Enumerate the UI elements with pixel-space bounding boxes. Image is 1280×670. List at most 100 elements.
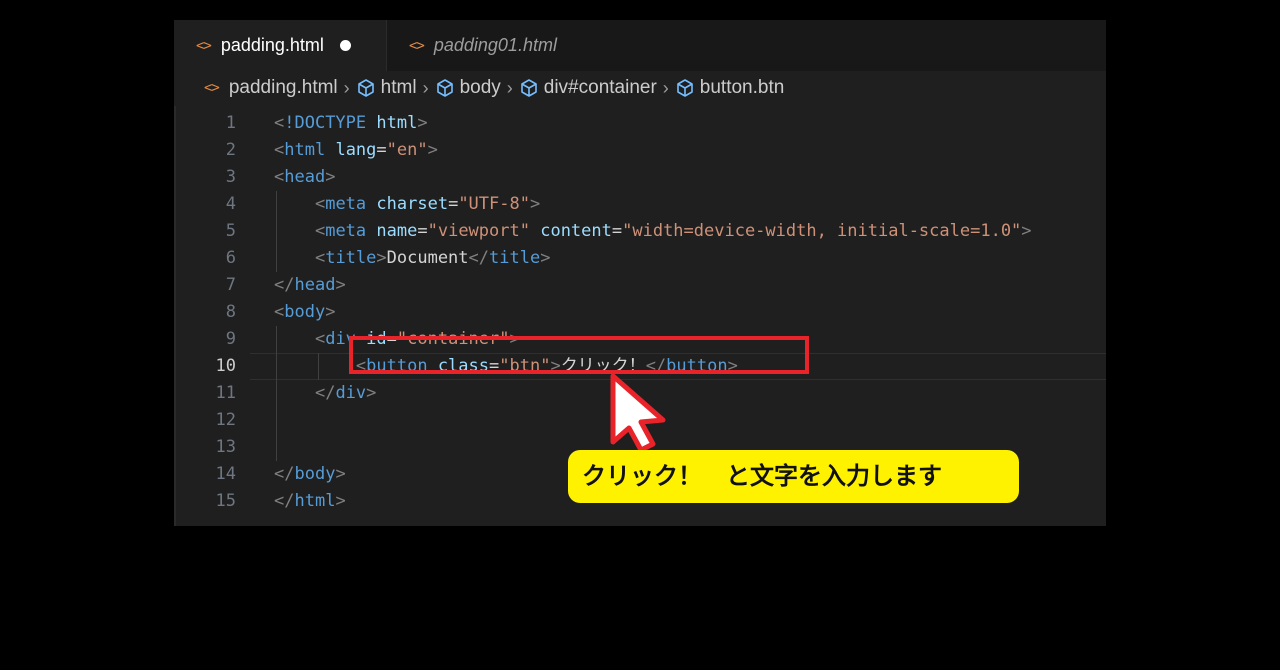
indent-guide	[276, 191, 277, 272]
code-token: body	[294, 464, 336, 484]
instruction-callout: クリック！ と文字を入力します	[568, 450, 1019, 503]
code-token: <	[314, 329, 326, 349]
code-token: >	[529, 194, 541, 214]
breadcrumb-item-html[interactable]: html	[356, 77, 417, 99]
code-token: </	[274, 275, 295, 295]
breadcrumb-item-file[interactable]: <> padding.html	[204, 77, 338, 99]
code-token: name	[376, 221, 418, 241]
line-number: 4	[225, 194, 236, 214]
code-text: </body>	[274, 461, 346, 488]
cube-icon	[357, 79, 374, 97]
code-token: charset	[376, 194, 449, 214]
line-number: 14	[215, 464, 236, 484]
code-line[interactable]: 1 <!DOCTYPE html>	[174, 110, 1106, 137]
code-token: >	[376, 248, 387, 268]
breadcrumb-label: div#container	[543, 77, 657, 98]
code-token: >	[335, 491, 346, 511]
cube-icon	[676, 79, 693, 97]
line-number: 10	[215, 356, 236, 376]
line-number: 7	[225, 275, 236, 295]
breadcrumb-item-div-container[interactable]: div#container	[519, 77, 657, 99]
code-line[interactable]: 8 <body>	[174, 299, 1106, 326]
tab-padding01-html[interactable]: <> padding01.html	[386, 20, 620, 71]
line-number: 15	[215, 491, 236, 511]
code-line[interactable]: 7 </head>	[174, 272, 1106, 299]
code-token: </	[468, 248, 490, 268]
line-number: 1	[225, 113, 236, 133]
code-text: <html lang="en">	[274, 137, 438, 164]
code-token: >	[325, 167, 336, 187]
code-token: =	[417, 221, 428, 241]
cube-icon	[436, 79, 453, 97]
chevron-right-icon: ›	[506, 77, 513, 98]
tab-label: padding01.html	[433, 35, 557, 55]
code-token: >	[325, 302, 336, 322]
code-token: div	[335, 383, 367, 403]
line-number: 8	[225, 302, 236, 322]
code-token: >	[335, 275, 346, 295]
code-token: >	[427, 140, 438, 160]
line-number: 11	[215, 383, 236, 403]
breadcrumb-label: padding.html	[228, 77, 338, 98]
code-token: >	[335, 464, 346, 484]
code-line[interactable]: 6 <title>Document</title>	[174, 245, 1106, 272]
code-token: "UTF-8"	[458, 194, 530, 214]
code-text: </html>	[274, 488, 346, 515]
code-text: <meta name="viewport" content="width=dev…	[274, 218, 1032, 245]
line-number: 2	[225, 140, 236, 160]
line-number: 13	[215, 437, 236, 457]
code-token: Document	[386, 248, 469, 268]
breadcrumb-item-button-btn[interactable]: button.btn	[675, 77, 784, 99]
line-number: 9	[225, 329, 236, 349]
code-token: "en"	[386, 140, 428, 160]
code-token: html	[376, 113, 418, 133]
code-text: <body>	[274, 299, 335, 326]
code-line[interactable]: 3 <head>	[174, 164, 1106, 191]
code-token: <	[314, 248, 326, 268]
code-token: !DOCTYPE	[284, 113, 367, 133]
code-line[interactable]: 2 <html lang="en">	[174, 137, 1106, 164]
tab-label: padding.html	[220, 35, 324, 55]
code-token: body	[284, 302, 326, 322]
tab-bar: <> padding.html <> padding01.html	[174, 20, 1106, 71]
code-text: <head>	[274, 164, 335, 191]
indent-guide	[318, 353, 319, 380]
breadcrumb-label: body	[459, 77, 501, 98]
code-token: </	[274, 491, 295, 511]
code-text: <meta charset="UTF-8">	[274, 191, 540, 218]
code-token: <	[274, 167, 285, 187]
code-text: </div>	[274, 380, 376, 407]
breadcrumb-item-body[interactable]: body	[435, 77, 501, 99]
code-line[interactable]: 5 <meta name="viewport" content="width=d…	[174, 218, 1106, 245]
unsaved-dot-icon[interactable]	[339, 40, 351, 51]
code-token: >	[366, 383, 377, 403]
breadcrumb-label: html	[380, 77, 417, 98]
code-token: html	[294, 491, 336, 511]
chevron-right-icon: ›	[343, 77, 350, 98]
code-token: =	[448, 194, 459, 214]
chevron-right-icon: ›	[662, 77, 669, 98]
code-token: >	[540, 248, 551, 268]
code-token: </	[274, 464, 295, 484]
breadcrumb: <> padding.html › html › body › div#cont…	[204, 74, 784, 102]
highlight-box	[349, 336, 809, 374]
code-token: </	[314, 383, 336, 403]
code-token: =	[376, 140, 387, 160]
code-text: <title>Document</title>	[274, 245, 551, 272]
code-token: <	[274, 113, 285, 133]
code-line[interactable]: 4 <meta charset="UTF-8">	[174, 191, 1106, 218]
code-icon: <>	[204, 80, 220, 96]
code-token: head	[284, 167, 326, 187]
tab-padding-html[interactable]: <> padding.html	[174, 20, 386, 71]
mouse-pointer-icon	[610, 373, 666, 453]
code-token: meta	[325, 221, 367, 241]
code-token: meta	[325, 194, 367, 214]
